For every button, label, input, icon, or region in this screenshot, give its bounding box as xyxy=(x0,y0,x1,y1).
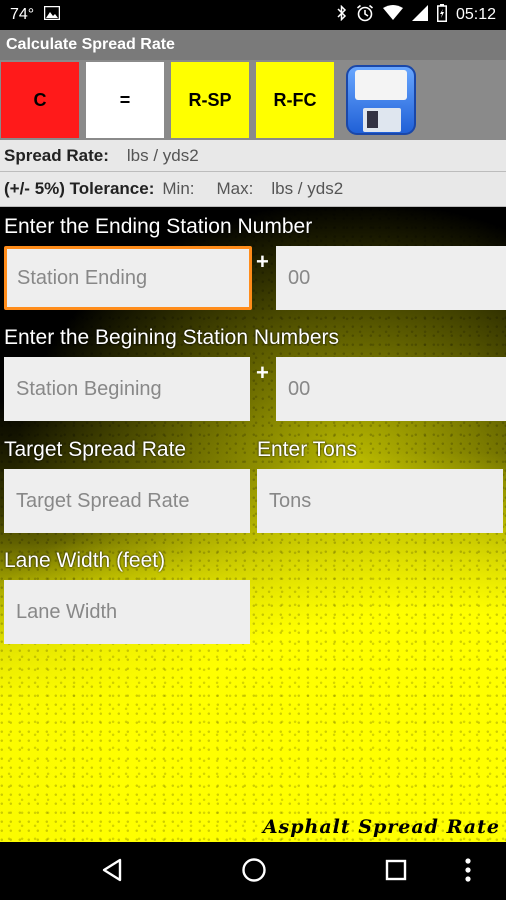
app-title: Calculate Spread Rate xyxy=(6,36,175,53)
battery-icon xyxy=(436,3,447,27)
back-button[interactable] xyxy=(72,842,152,900)
spread-rate-label: Spread Rate: xyxy=(4,145,109,165)
alarm-icon xyxy=(356,4,374,27)
lane-width-input[interactable] xyxy=(4,580,250,644)
station-ending-input[interactable] xyxy=(4,246,252,310)
bluetooth-icon xyxy=(337,4,347,26)
recents-square-icon xyxy=(385,859,407,884)
save-button[interactable] xyxy=(344,64,418,136)
spread-rate-unit: lbs / yds2 xyxy=(126,145,199,165)
station-ending-offset-input[interactable] xyxy=(276,246,506,310)
ending-station-label: Enter the Ending Station Number xyxy=(4,215,313,238)
clear-button[interactable]: C xyxy=(1,62,79,138)
equals-button[interactable]: = xyxy=(86,62,164,138)
overflow-menu-button[interactable] xyxy=(430,842,506,900)
brand-text: Asphalt Spread Rate xyxy=(262,816,500,838)
calculator-button-row: C = R-SP R-FC xyxy=(0,60,506,140)
temperature-text: 74° xyxy=(10,6,35,23)
begining-station-label: Enter the Begining Station Numbers xyxy=(4,326,340,349)
station-begining-offset-input[interactable] xyxy=(276,357,506,421)
plus-sign: + xyxy=(256,249,269,274)
home-button[interactable] xyxy=(214,842,294,900)
recents-button[interactable] xyxy=(356,842,436,900)
tons-label: Enter Tons xyxy=(257,438,358,461)
r-sp-button[interactable]: R-SP xyxy=(171,62,249,138)
target-spread-rate-label: Target Spread Rate xyxy=(4,438,187,461)
back-triangle-icon xyxy=(101,858,123,885)
status-bar: 74° 05:12 xyxy=(0,0,506,30)
lane-width-label: Lane Width (feet) xyxy=(4,549,166,572)
app-title-bar: Calculate Spread Rate xyxy=(0,30,506,60)
clock-text: 05:12 xyxy=(455,6,496,23)
main-form-area: Enter the Ending Station Number + Enter … xyxy=(0,207,506,842)
floppy-disk-icon xyxy=(345,65,417,139)
tolerance-max-label: Max: xyxy=(216,179,254,198)
tolerance-min-label: Min: xyxy=(162,179,195,198)
spread-rate-row: Spread Rate: lbs / yds2 xyxy=(0,140,506,172)
tolerance-row: (+/- 5%) Tolerance: Min: Max: lbs / yds2 xyxy=(0,172,506,207)
wifi-icon xyxy=(382,4,403,26)
signal-icon xyxy=(411,4,428,26)
navigation-bar xyxy=(0,842,506,900)
target-spread-rate-input[interactable] xyxy=(4,469,250,533)
tolerance-label: (+/- 5%) Tolerance: xyxy=(4,179,155,198)
r-fc-button[interactable]: R-FC xyxy=(256,62,334,138)
tons-input[interactable] xyxy=(257,469,503,533)
home-circle-icon xyxy=(241,857,267,886)
plus-sign: + xyxy=(256,360,269,385)
station-begining-input[interactable] xyxy=(4,357,250,421)
tolerance-unit: lbs / yds2 xyxy=(271,179,344,198)
overflow-menu-icon xyxy=(464,857,472,886)
image-notification-icon xyxy=(43,5,61,25)
